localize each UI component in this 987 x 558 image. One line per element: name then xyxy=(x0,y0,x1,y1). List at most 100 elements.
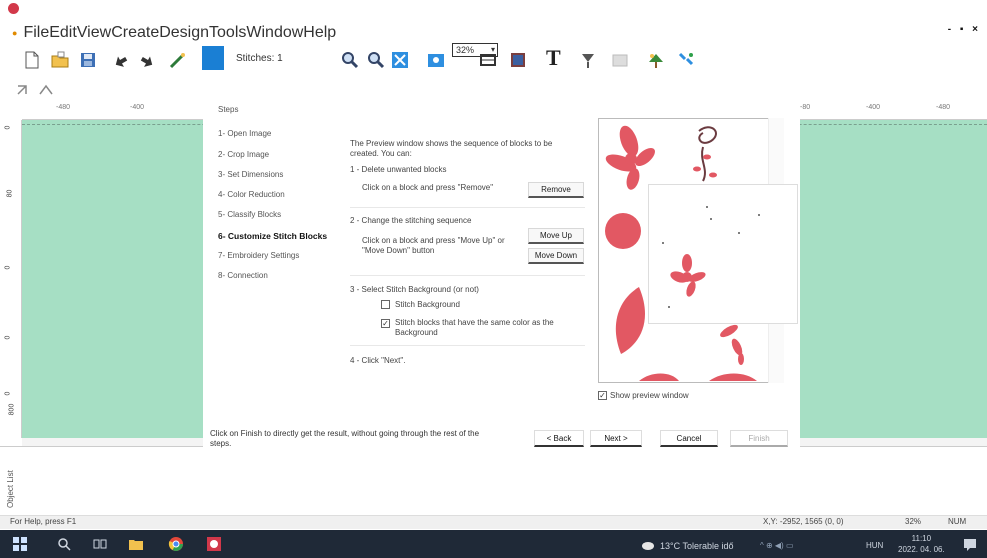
zoom-page-icon[interactable] xyxy=(426,50,446,70)
language-indicator[interactable]: HUN xyxy=(866,541,883,550)
object-list-tab[interactable]: Object List xyxy=(6,458,20,508)
finish-button[interactable]: Finish xyxy=(730,430,788,447)
needle-icon[interactable] xyxy=(578,50,598,70)
step-color-reduction: 4- Color Reduction xyxy=(218,190,285,199)
display-icon[interactable] xyxy=(508,50,528,70)
intro-text: The Preview window shows the sequence of… xyxy=(350,139,553,158)
move-up-button[interactable]: Move Up xyxy=(528,228,584,244)
system-tray-icons[interactable]: ^ ⊕ ◀) ▭ xyxy=(760,541,794,550)
menu-help[interactable]: Help xyxy=(303,24,336,42)
ruler-tick: 800 xyxy=(8,403,16,416)
window-controls[interactable]: - ▪ × xyxy=(948,24,981,35)
step-customize-stitch-blocks: 6- Customize Stitch Blocks xyxy=(218,231,328,241)
ruler-tick: 0 xyxy=(4,265,12,270)
taskbar-clock[interactable]: 11:10 2022. 04. 06. xyxy=(898,533,945,555)
cancel-button[interactable]: Cancel xyxy=(660,430,718,447)
zoom-out-icon[interactable] xyxy=(366,50,386,70)
weather-icon xyxy=(642,542,654,550)
select-arrow-icon[interactable] xyxy=(14,80,34,100)
ruler-tick: -480 xyxy=(936,104,951,111)
ruler-tick: -400 xyxy=(866,104,881,111)
grid-icon[interactable] xyxy=(478,50,498,70)
frame-icon[interactable] xyxy=(610,50,630,70)
step-connection: 8- Connection xyxy=(218,271,268,280)
back-button[interactable]: < Back xyxy=(534,430,584,447)
step-embroidery-settings: 7- Embroidery Settings xyxy=(218,251,300,260)
section4-title: 4 - Click "Next". xyxy=(350,356,406,365)
divider xyxy=(350,207,585,208)
step-open-image: 1- Open Image xyxy=(218,129,272,138)
ruler-tick: -80 xyxy=(800,104,811,111)
status-zoom: 32% xyxy=(905,517,922,526)
node-edit-icon[interactable] xyxy=(36,80,56,100)
step-crop-image: 2- Crop Image xyxy=(218,150,270,159)
section2-title: 2 - Change the stitching sequence xyxy=(350,216,472,225)
same-color-checkbox[interactable]: ✓ xyxy=(381,319,390,328)
step-classify-blocks: 5- Classify Blocks xyxy=(218,210,282,219)
chrome-icon[interactable] xyxy=(168,536,184,552)
title-bar xyxy=(0,0,987,20)
undo-icon[interactable] xyxy=(110,50,130,70)
steps-heading: Steps xyxy=(218,105,239,114)
task-view-icon[interactable] xyxy=(92,536,108,552)
status-num-lock: NUM xyxy=(948,517,967,526)
stitches-count: Stitches: 1 xyxy=(236,53,283,64)
zoom-value: 32% xyxy=(456,45,475,55)
ruler-tick: 80 xyxy=(6,189,14,198)
menu-edit[interactable]: Edit xyxy=(49,24,77,42)
new-file-icon[interactable] xyxy=(22,50,42,70)
menu-create[interactable]: Create xyxy=(111,24,159,42)
section1-desc: Click on a block and press "Remove" xyxy=(362,183,494,192)
section2-desc: Click on a block and press "Move Up" or … xyxy=(362,236,505,255)
ruler-tick: 0 xyxy=(4,335,12,340)
ruler-tick: -480 xyxy=(56,104,71,111)
ruler-tick: 0 xyxy=(4,391,12,396)
menu-design[interactable]: Design xyxy=(159,24,209,42)
hoop-icon[interactable] xyxy=(646,50,666,70)
menu-tools[interactable]: Tools xyxy=(209,24,246,42)
same-color-label: Stitch blocks that have the same color a… xyxy=(395,318,554,337)
magic-wand-icon[interactable] xyxy=(168,50,188,70)
stitch-background-label: Stitch Background xyxy=(395,300,460,309)
divider xyxy=(350,345,585,346)
left-ruler: 0 80 0 0 0 800 xyxy=(0,120,22,438)
taskbar xyxy=(0,530,987,558)
open-folder-icon[interactable] xyxy=(50,50,70,70)
notification-icon[interactable] xyxy=(962,536,978,552)
search-icon[interactable] xyxy=(56,536,72,552)
status-help-text: For Help, press F1 xyxy=(10,517,77,526)
block-preview-image xyxy=(662,206,760,308)
clock-time: 11:10 xyxy=(911,534,932,543)
machine-icon[interactable] xyxy=(676,50,696,70)
show-preview-label: Show preview window xyxy=(610,391,689,400)
section3-title: 3 - Select Stitch Background (or not) xyxy=(350,285,479,294)
section1-title: 1 - Delete unwanted blocks xyxy=(350,165,447,174)
remove-button[interactable]: Remove xyxy=(528,182,584,198)
show-preview-checkbox[interactable]: ✓ xyxy=(598,391,607,400)
fit-window-icon[interactable] xyxy=(390,50,410,70)
zoom-in-icon[interactable] xyxy=(340,50,360,70)
save-icon[interactable] xyxy=(78,50,98,70)
menu-bar: ● File Edit View Create Design Tools Win… xyxy=(12,24,336,42)
clock-date: 2022. 04. 06. xyxy=(898,545,945,554)
move-down-button[interactable]: Move Down xyxy=(528,248,584,264)
windows-start-icon[interactable] xyxy=(12,536,28,552)
menu-window[interactable]: Window xyxy=(246,24,303,42)
menu-app-icon[interactable]: ● xyxy=(12,28,17,38)
text-tool-icon[interactable]: T xyxy=(546,45,566,70)
finish-note: Click on Finish to directly get the resu… xyxy=(210,429,480,448)
redo-icon[interactable] xyxy=(138,50,158,70)
menu-view[interactable]: View xyxy=(77,24,111,42)
block-preview-window xyxy=(648,184,798,324)
weather-text: 13°C Tolerable idő xyxy=(660,541,734,551)
color-swatch[interactable] xyxy=(202,46,224,70)
embroidery-app-icon[interactable] xyxy=(206,536,222,552)
next-button[interactable]: Next > xyxy=(590,430,642,447)
step-set-dimensions: 3- Set Dimensions xyxy=(218,170,284,179)
stitch-background-checkbox[interactable] xyxy=(381,300,390,309)
status-coordinates: X,Y: -2952, 1565 (0, 0) xyxy=(763,517,844,526)
divider xyxy=(350,275,585,276)
ruler-tick: 0 xyxy=(4,125,12,130)
menu-file[interactable]: File xyxy=(23,24,49,42)
file-explorer-icon[interactable] xyxy=(128,536,144,552)
